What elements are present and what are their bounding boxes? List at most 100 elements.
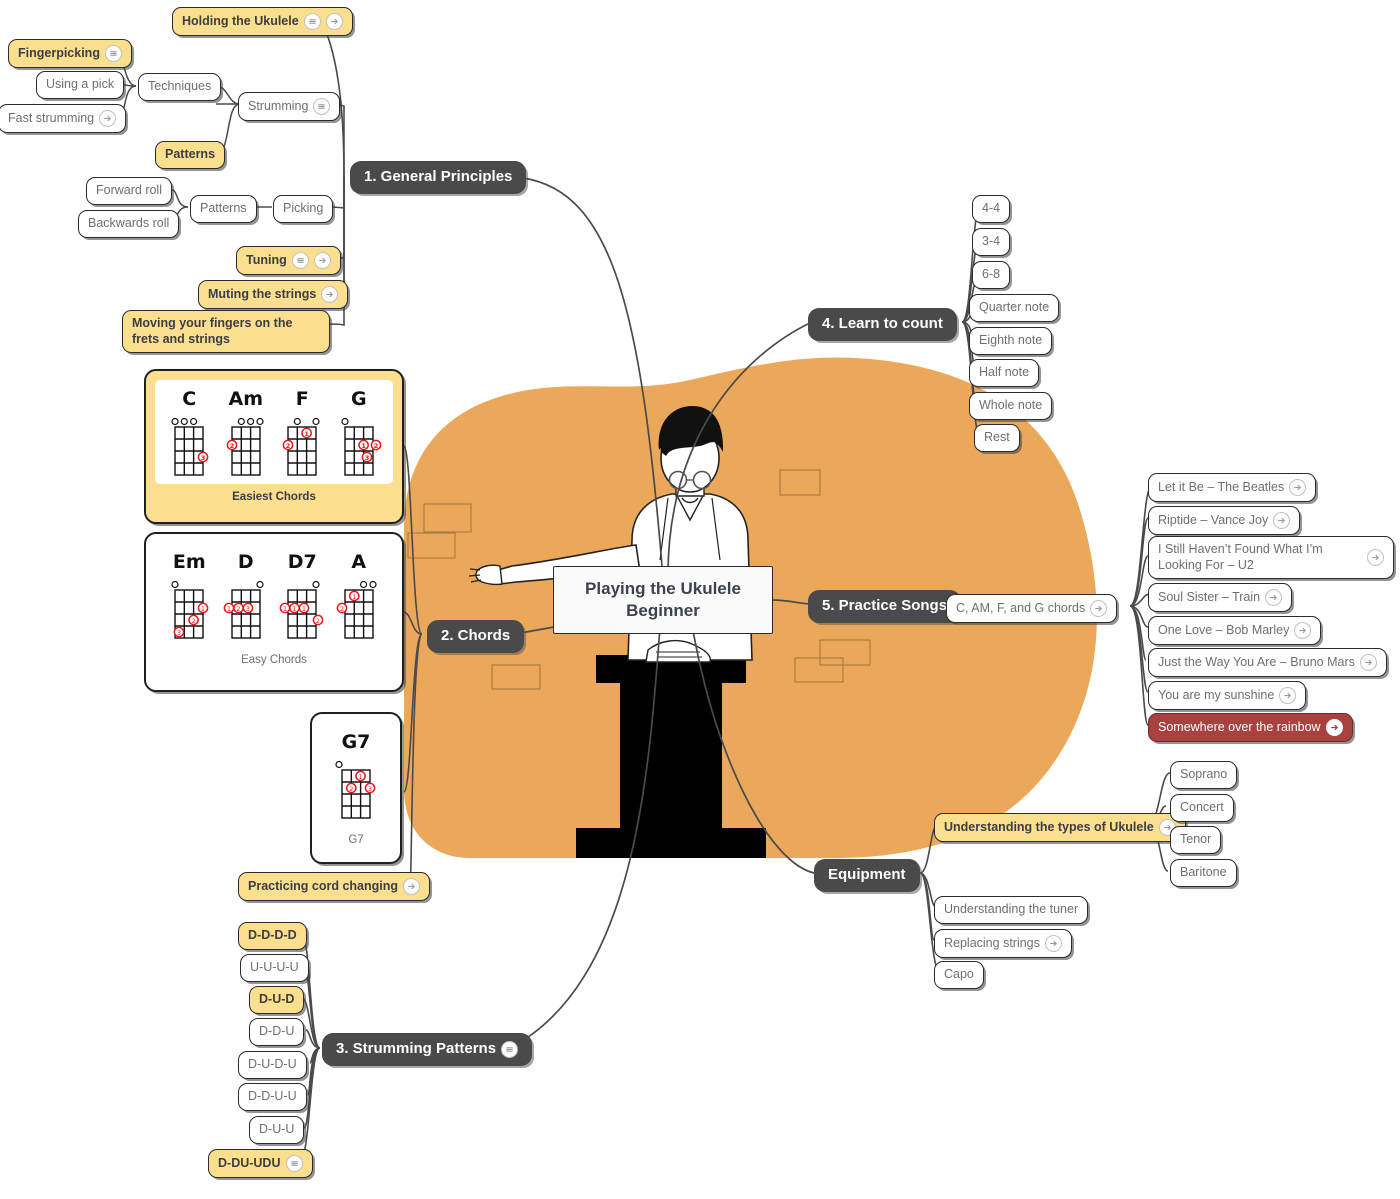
- arrow-icon[interactable]: [403, 878, 421, 895]
- arrow-icon[interactable]: [1279, 687, 1297, 704]
- node-song-let-it-be[interactable]: Let it Be – The Beatles: [1148, 473, 1317, 502]
- svg-text:2: 2: [229, 442, 234, 450]
- node-techniques[interactable]: Techniques: [138, 73, 222, 101]
- node-strum-ddu[interactable]: D-D-U: [249, 1018, 305, 1046]
- node-backwards-roll[interactable]: Backwards roll: [78, 210, 180, 238]
- chord-card-easy[interactable]: Em 1 2 3 D 1 2 3 D7 1 1 1 2 A 1 2 Easy C…: [144, 532, 404, 692]
- branch-chords[interactable]: 2. Chords: [427, 620, 525, 653]
- node-tuning[interactable]: Tuning: [236, 246, 341, 275]
- branch-general-principles[interactable]: 1. General Principles: [350, 161, 527, 194]
- node-eighth-note[interactable]: Eighth note: [969, 327, 1053, 355]
- arrow-icon[interactable]: [1289, 479, 1307, 496]
- center-topic[interactable]: Playing the Ukulele Beginner: [553, 566, 773, 634]
- node-count-4-4[interactable]: 4-4: [972, 195, 1011, 223]
- branch-practice-songs[interactable]: 5. Practice Songs: [808, 590, 962, 623]
- arrow-icon[interactable]: [313, 252, 331, 269]
- arrow-icon[interactable]: [99, 110, 117, 127]
- node-strum-dud[interactable]: D-U-D: [249, 986, 305, 1014]
- node-strum-dudu[interactable]: D-U-D-U: [238, 1051, 307, 1079]
- svg-text:1: 1: [305, 430, 310, 438]
- node-song-soul-sister[interactable]: Soul Sister – Train: [1148, 583, 1293, 612]
- svg-text:2: 2: [192, 617, 196, 625]
- node-patterns-strumming[interactable]: Patterns: [155, 141, 226, 169]
- node-strum-dduu[interactable]: D-D-U-U: [238, 1083, 307, 1111]
- node-label: Understanding the tuner: [944, 902, 1079, 916]
- node-fingerpicking[interactable]: Fingerpicking: [8, 39, 132, 68]
- node-label: Riptide – Vance Joy: [1158, 512, 1269, 527]
- node-quarter-note[interactable]: Quarter note: [969, 294, 1060, 322]
- arrow-icon[interactable]: [1044, 935, 1062, 952]
- arrow-icon[interactable]: [1367, 549, 1384, 567]
- list-icon[interactable]: [291, 252, 309, 269]
- fretboard: 1 2 3: [335, 760, 376, 819]
- node-song-just-the-way-you-are[interactable]: Just the Way You Are – Bruno Mars: [1148, 648, 1387, 677]
- node-ukulele-concert[interactable]: Concert: [1170, 794, 1234, 822]
- node-forward-roll[interactable]: Forward roll: [86, 177, 172, 205]
- chord-diagram: Em 1 2 3: [166, 551, 212, 641]
- node-c-am-f-g-chords-group[interactable]: C, AM, F, and G chords: [946, 594, 1118, 623]
- node-understanding-the-tuner[interactable]: Understanding the tuner: [934, 896, 1089, 924]
- node-song-you-are-my-sunshine[interactable]: You are my sunshine: [1148, 681, 1307, 710]
- node-replacing-strings[interactable]: Replacing strings: [934, 929, 1072, 958]
- chord-card-g7[interactable]: G7 1 2 3 G7: [310, 712, 402, 864]
- node-moving-your-fingers[interactable]: Moving your fingers on the frets and str…: [122, 310, 330, 354]
- node-strum-d-du-udu[interactable]: D-DU-UDU: [208, 1149, 313, 1178]
- arrow-icon[interactable]: [1325, 719, 1343, 736]
- chord-diagram: Am 2: [223, 388, 269, 478]
- node-strumming[interactable]: Strumming: [238, 92, 341, 121]
- svg-text:3: 3: [368, 785, 372, 793]
- list-icon[interactable]: [285, 1155, 303, 1172]
- arrow-icon[interactable]: [1294, 622, 1312, 639]
- list-icon[interactable]: [104, 45, 122, 62]
- arrow-icon[interactable]: [325, 13, 343, 30]
- node-fast-strumming[interactable]: Fast strumming: [0, 104, 127, 133]
- node-song-i-still-havent-found[interactable]: I Still Haven’t Found What I’m Looking F…: [1148, 536, 1394, 580]
- arrow-icon[interactable]: [321, 286, 339, 303]
- node-muting-the-strings[interactable]: Muting the strings: [198, 280, 349, 309]
- list-icon[interactable]: [501, 1040, 519, 1058]
- node-ukulele-baritone[interactable]: Baritone: [1170, 859, 1237, 887]
- node-label: D-D-U: [259, 1024, 295, 1038]
- list-icon[interactable]: [303, 13, 321, 30]
- node-patterns-picking[interactable]: Patterns: [190, 195, 257, 223]
- node-strum-dddd[interactable]: D-D-D-D: [238, 922, 307, 950]
- svg-text:1: 1: [293, 605, 297, 613]
- node-holding-the-ukulele[interactable]: Holding the Ukulele: [172, 7, 353, 36]
- chord-name: Em: [172, 551, 206, 573]
- node-ukulele-tenor[interactable]: Tenor: [1170, 826, 1222, 854]
- node-understanding-types-of-ukulele[interactable]: Understanding the types of Ukulele: [934, 813, 1186, 842]
- arrow-icon[interactable]: [1265, 589, 1283, 606]
- node-picking[interactable]: Picking: [273, 195, 334, 223]
- branch-strumming-patterns[interactable]: 3. Strumming Patterns: [322, 1033, 533, 1066]
- node-half-note[interactable]: Half note: [969, 359, 1040, 387]
- node-whole-note[interactable]: Whole note: [969, 392, 1053, 420]
- node-strum-duu[interactable]: D-U-U: [249, 1116, 305, 1144]
- node-count-6-8[interactable]: 6-8: [972, 261, 1011, 289]
- node-label: Soprano: [1180, 767, 1228, 781]
- branch-equipment[interactable]: Equipment: [814, 859, 920, 892]
- node-using-a-pick[interactable]: Using a pick: [36, 71, 125, 99]
- node-rest[interactable]: Rest: [974, 424, 1020, 452]
- orange-blob-tail: [404, 380, 700, 540]
- node-label: Backwards roll: [88, 216, 170, 230]
- node-label: One Love – Bob Marley: [1158, 622, 1290, 637]
- node-song-somewhere-over-the-rainbow[interactable]: Somewhere over the rainbow: [1148, 713, 1353, 742]
- chord-card-easiest[interactable]: C 3 Am 2 F 2 1 G 1 2 3 Easiest Chords: [144, 369, 404, 524]
- list-icon[interactable]: [313, 98, 331, 115]
- node-ukulele-soprano[interactable]: Soprano: [1170, 761, 1238, 789]
- svg-text:1: 1: [361, 442, 366, 450]
- node-practicing-cord-changing[interactable]: Practicing cord changing: [238, 872, 431, 901]
- node-count-3-4[interactable]: 3-4: [972, 228, 1011, 256]
- node-label: Tuning: [246, 252, 287, 267]
- node-label: Holding the Ukulele: [182, 13, 299, 28]
- arrow-icon[interactable]: [1359, 654, 1377, 671]
- node-song-riptide[interactable]: Riptide – Vance Joy: [1148, 506, 1301, 535]
- arrow-icon[interactable]: [1273, 512, 1291, 529]
- node-capo[interactable]: Capo: [934, 961, 984, 989]
- node-song-one-love[interactable]: One Love – Bob Marley: [1148, 616, 1322, 645]
- branch-learn-to-count[interactable]: 4. Learn to count: [808, 308, 957, 341]
- podium: [576, 655, 766, 858]
- arrow-icon[interactable]: [1090, 600, 1108, 617]
- node-strum-uuuu[interactable]: U-U-U-U: [240, 954, 309, 982]
- svg-text:3: 3: [177, 629, 181, 637]
